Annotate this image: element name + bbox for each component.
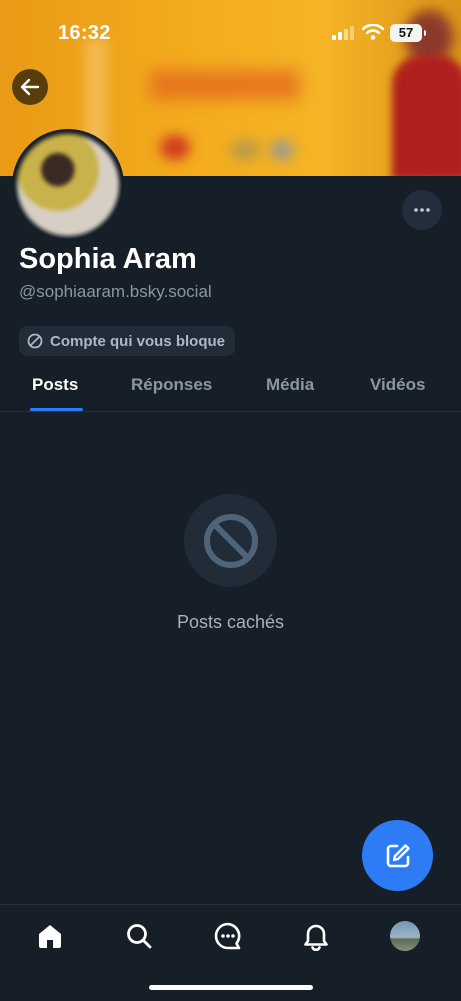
tab-media[interactable]: Média: [266, 375, 314, 395]
chat-icon: [214, 922, 241, 950]
profile-display-name: Sophia Aram: [19, 243, 197, 275]
status-bar: 16:32 57: [0, 0, 461, 60]
bell-icon: [304, 924, 328, 951]
home-icon: [39, 925, 61, 948]
tab-posts[interactable]: Posts: [32, 375, 78, 395]
compose-icon: [386, 843, 410, 867]
arrow-left-icon: [20, 78, 40, 96]
profile-avatar[interactable]: [12, 129, 124, 241]
blocked-status-label: Compte qui vous bloque: [50, 332, 225, 350]
nav-search[interactable]: [124, 921, 154, 951]
ban-icon: [203, 513, 258, 568]
home-indicator: [149, 985, 313, 990]
empty-state-message: Posts cachés: [176, 612, 285, 632]
nav-profile[interactable]: [390, 921, 420, 951]
ban-icon: [27, 333, 43, 349]
wifi-icon: [362, 24, 384, 40]
hidden-posts-icon: [184, 494, 277, 587]
blocked-status-badge[interactable]: Compte qui vous bloque: [19, 326, 235, 356]
status-time: 16:32: [58, 22, 111, 44]
search-icon: [127, 924, 152, 949]
profile-tabs: Posts Réponses Média Vidéos: [0, 364, 461, 412]
battery-icon: 57: [390, 24, 426, 42]
nav-notifications[interactable]: [301, 921, 331, 951]
ellipsis-icon: [414, 208, 430, 212]
profile-handle: @sophiaaram.bsky.social: [19, 282, 212, 301]
more-options-button[interactable]: [402, 190, 442, 230]
battery-level: 57: [398, 25, 414, 40]
tab-videos[interactable]: Vidéos: [370, 375, 425, 395]
compose-button[interactable]: [362, 820, 433, 891]
tab-replies[interactable]: Réponses: [131, 375, 212, 395]
active-tab-indicator: [30, 408, 83, 411]
cellular-signal-icon: [332, 26, 354, 40]
nav-home[interactable]: [35, 921, 65, 951]
back-button[interactable]: [12, 69, 48, 105]
profile-avatar-small: [390, 921, 420, 951]
nav-chat[interactable]: [213, 921, 243, 951]
